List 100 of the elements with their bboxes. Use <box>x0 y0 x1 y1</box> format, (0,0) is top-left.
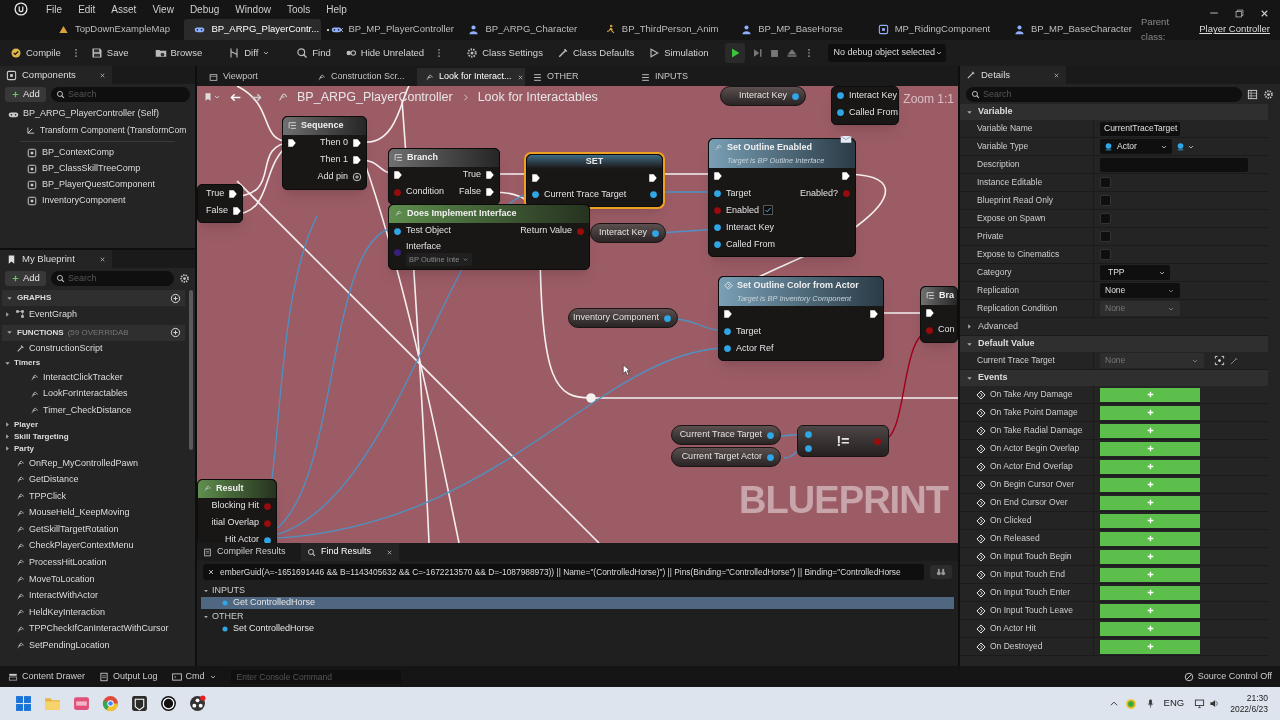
settings-icon[interactable] <box>1263 88 1274 100</box>
graph-node[interactable]: Result Blocking Hit itial Overlap Hit Actor <box>197 479 277 543</box>
panel-tab[interactable]: My Blueprint <box>0 250 112 268</box>
exec-pin-icon[interactable] <box>723 309 733 320</box>
clock-time[interactable]: 21:30 <box>1246 692 1268 704</box>
scrollbar-thumb[interactable] <box>189 290 193 450</box>
list-item[interactable]: MoveToLocation <box>2 571 185 588</box>
add-icon[interactable] <box>170 292 181 304</box>
checkbox[interactable] <box>1100 195 1111 206</box>
bookmark-button[interactable] <box>203 92 221 102</box>
panel-tab[interactable]: Details <box>960 66 1066 84</box>
document-tab[interactable]: MP_RidingComponent <box>867 19 1005 40</box>
pin-icon[interactable] <box>393 226 402 236</box>
tree-item[interactable]: BP_PlayerQuestComponent <box>0 177 195 193</box>
pin-icon[interactable] <box>713 222 722 232</box>
document-tab[interactable]: BP_MP_BaseHorse <box>731 19 868 40</box>
exec-pin-icon[interactable] <box>393 170 403 180</box>
close-icon[interactable] <box>99 255 106 263</box>
add-event-button[interactable] <box>1100 603 1200 618</box>
category-item[interactable]: Party <box>2 442 185 455</box>
tree-item[interactable]: BP_ARPG_PlayerController (Self) <box>0 106 195 122</box>
expand-arrow-icon[interactable] <box>4 421 11 429</box>
select-actor-icon[interactable] <box>1214 355 1225 366</box>
search-field[interactable]: Search <box>50 86 190 102</box>
console-input[interactable]: Enter Console Command <box>230 669 401 684</box>
document-tab[interactable]: TopDownExampleMap <box>48 19 185 40</box>
clear-icon[interactable] <box>207 568 215 576</box>
checkbox[interactable] <box>1100 213 1111 224</box>
menu-item[interactable]: Edit <box>70 1 104 17</box>
add-event-button[interactable] <box>1100 585 1200 600</box>
parent-class-link[interactable]: Player Controller <box>1199 22 1271 37</box>
close-icon[interactable] <box>99 71 106 79</box>
document-tab[interactable]: BP_MP_BaseCharacter <box>1004 19 1142 40</box>
language-indicator[interactable]: ENG <box>1163 696 1185 711</box>
menu-item[interactable]: View <box>144 1 182 17</box>
graph-node[interactable]: Sequence Then 0 Then 1 Add pin <box>282 116 367 190</box>
toolbar-button[interactable]: Save <box>86 43 133 63</box>
checkbox[interactable] <box>1100 177 1111 188</box>
pin-icon[interactable] <box>836 91 845 100</box>
pin-icon[interactable] <box>723 343 732 353</box>
exec-pin-icon[interactable] <box>485 170 495 180</box>
collapse-arrow-icon[interactable] <box>203 614 209 620</box>
collapse-arrow-icon[interactable] <box>966 374 973 382</box>
document-tab[interactable]: BP_ThirdPerson_Anim <box>594 19 732 40</box>
category-item[interactable]: Player <box>2 418 185 431</box>
tree-group[interactable]: OTHER <box>197 611 958 623</box>
pin-icon[interactable] <box>663 313 672 323</box>
graph-node[interactable]: True False <box>197 184 243 223</box>
graph-node[interactable]: Branch True Condition False <box>388 148 500 205</box>
add-button[interactable]: Add <box>5 86 46 102</box>
tree-item[interactable]: BP_ContextComp <box>0 145 195 161</box>
pin-icon[interactable] <box>766 452 775 462</box>
tree-group[interactable]: INPUTS <box>197 585 958 597</box>
graph-tab[interactable]: INPUTS <box>633 68 741 86</box>
checkbox[interactable] <box>1100 249 1111 260</box>
exec-pin-icon[interactable] <box>531 172 541 183</box>
graph-tab[interactable]: OTHER <box>525 68 633 86</box>
exec-pin-icon[interactable] <box>232 205 242 216</box>
menu-item[interactable]: Asset <box>103 1 145 17</box>
status-button[interactable]: Content Drawer <box>8 668 86 685</box>
clock-date[interactable]: 2022/6/23 <box>1230 703 1268 715</box>
pin-icon[interactable] <box>804 429 813 439</box>
toolbar-button[interactable]: Browse <box>150 43 207 63</box>
graph-node[interactable]: SET Current Trace Target <box>526 154 663 207</box>
volume-icon[interactable] <box>1209 698 1221 709</box>
pin-icon[interactable] <box>649 190 658 199</box>
pin-icon[interactable] <box>263 535 272 543</box>
panel-tab[interactable]: Find Results <box>301 543 399 561</box>
exec-pin-icon[interactable] <box>869 309 879 320</box>
pin-icon[interactable] <box>651 228 660 238</box>
pin-icon[interactable] <box>723 326 732 336</box>
restore-icon[interactable] <box>1234 7 1245 19</box>
result-row[interactable]: Set ControlledHorse <box>201 623 954 635</box>
toolbar-button[interactable]: Hide Unrelated <box>340 43 429 63</box>
tree-item[interactable]: InventoryComponent <box>0 193 195 209</box>
find-global-button[interactable] <box>930 565 952 579</box>
add-event-button[interactable] <box>1100 405 1200 420</box>
section-header[interactable]: Events <box>960 370 1268 386</box>
variable-node[interactable]: Inventory Component <box>568 308 678 328</box>
pin-icon[interactable] <box>836 108 845 117</box>
menu-item[interactable]: File <box>38 1 71 17</box>
pin-icon[interactable] <box>713 188 722 198</box>
status-button[interactable]: Source Control Off <box>1183 668 1272 685</box>
add-event-button[interactable] <box>1100 441 1200 456</box>
exec-pin-icon[interactable] <box>228 188 239 199</box>
list-item[interactable]: SetPendingLocation <box>2 637 185 655</box>
exec-pin-icon[interactable] <box>648 172 658 183</box>
graph-node[interactable]: Interact Key Called From <box>831 86 899 125</box>
add-event-button[interactable] <box>1100 639 1200 654</box>
close-icon[interactable] <box>386 548 393 556</box>
graph-tab[interactable]: Look for Interact... <box>417 68 525 86</box>
app-icon[interactable] <box>159 695 177 712</box>
reroute-dot[interactable] <box>586 393 596 403</box>
debug-object-dropdown[interactable]: No debug object selected <box>827 44 946 62</box>
list-item[interactable]: HeldKeyInteraction <box>2 604 185 621</box>
document-tab[interactable]: BP_MP_PlayerController <box>321 19 459 40</box>
exec-pin-icon[interactable] <box>485 187 495 197</box>
add-event-button[interactable] <box>1100 459 1200 474</box>
add-event-button[interactable] <box>1100 621 1200 636</box>
pin-icon[interactable] <box>791 91 800 101</box>
